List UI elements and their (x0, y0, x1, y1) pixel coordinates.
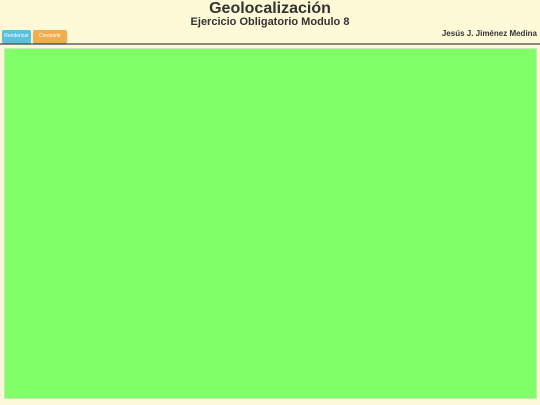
map-canvas[interactable] (4, 48, 537, 399)
primary-button[interactable]: Renderizar (2, 30, 31, 43)
page-header: Geolocalización Ejercicio Obligatorio Mo… (0, 0, 540, 45)
page-subtitle: Ejercicio Obligatorio Modulo 8 (190, 16, 350, 28)
author-name: Jesús J. Jiménez Medina (441, 29, 537, 38)
page-title: Geolocalización (209, 0, 331, 17)
secondary-button[interactable]: Compartir (33, 30, 67, 43)
